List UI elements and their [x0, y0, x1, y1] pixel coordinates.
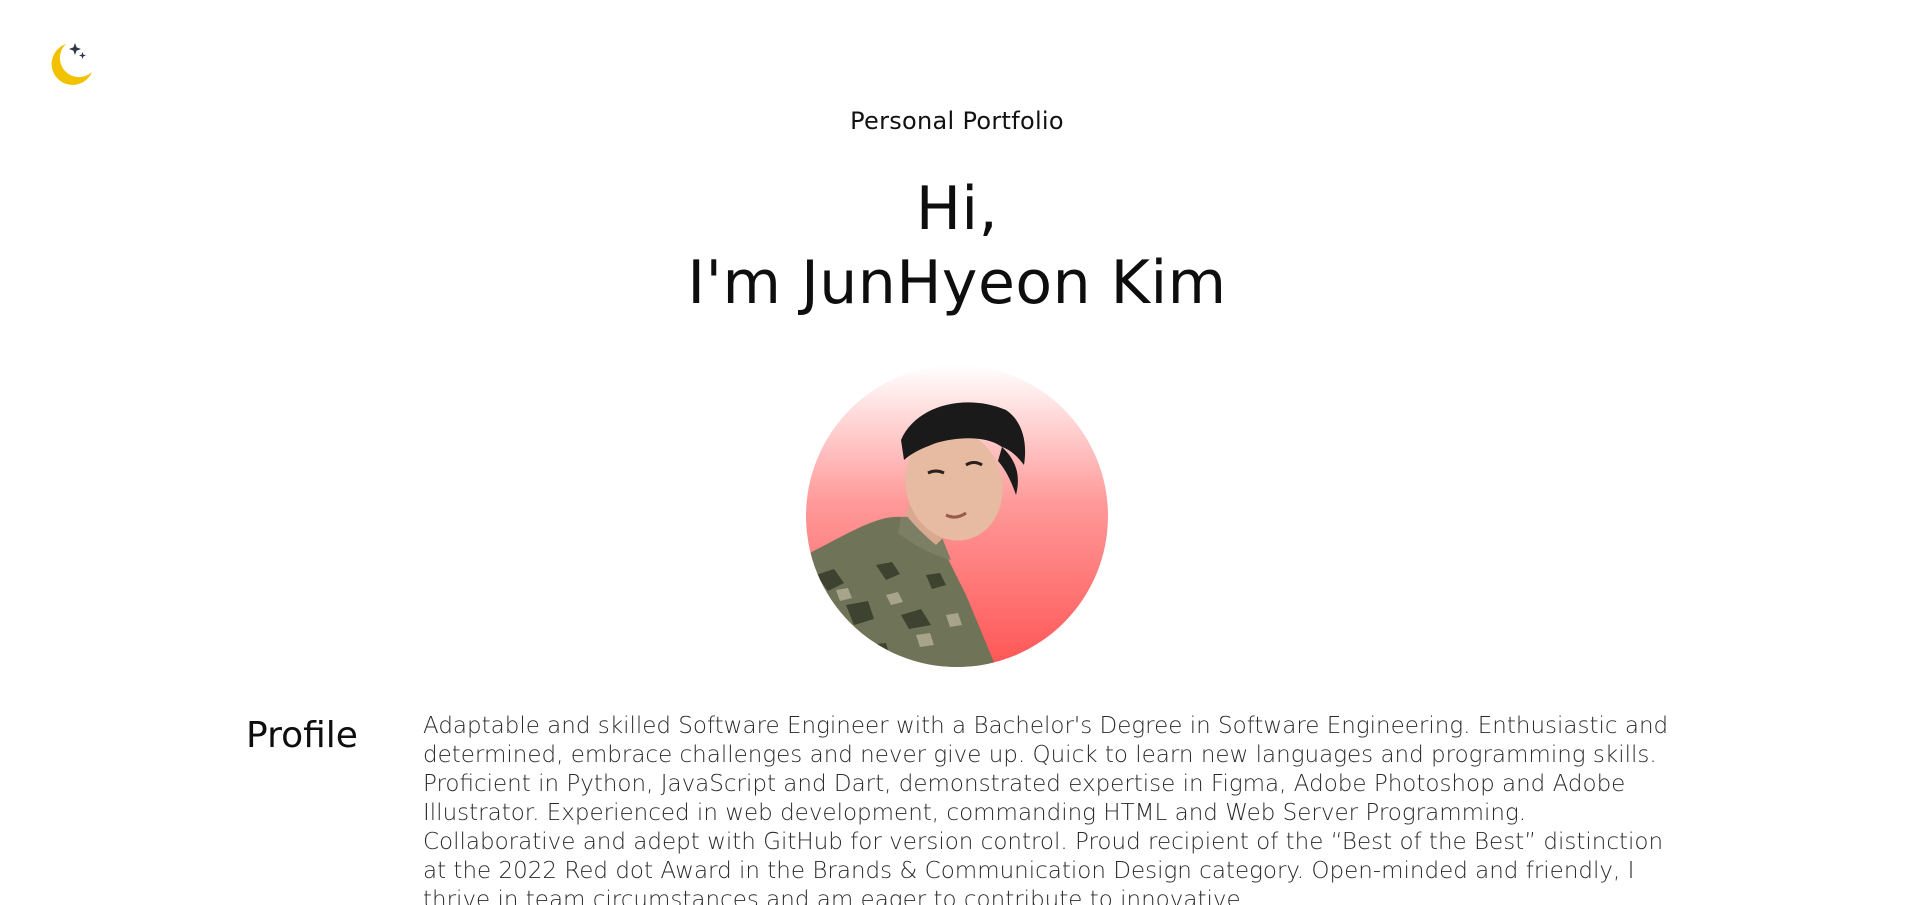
hero-heading: Hi, I'm JunHyeon Kim — [0, 172, 1914, 320]
portfolio-page: Personal Portfolio Hi, I'm JunHyeon Kim — [0, 0, 1914, 905]
hero-name: I'm JunHyeon Kim — [687, 248, 1227, 318]
profile-heading: Profile — [246, 715, 358, 756]
portfolio-subtitle: Personal Portfolio — [850, 107, 1064, 135]
hero-greeting: Hi, — [915, 174, 999, 244]
profile-section: Profile Adaptable and skilled Software E… — [0, 712, 1914, 905]
theme-toggle-button[interactable] — [44, 38, 96, 90]
moon-stars-icon — [51, 43, 92, 85]
profile-photo — [806, 402, 1026, 667]
profile-description: Adaptable and skilled Software Engineer … — [423, 713, 1669, 905]
profile-avatar — [806, 365, 1108, 667]
